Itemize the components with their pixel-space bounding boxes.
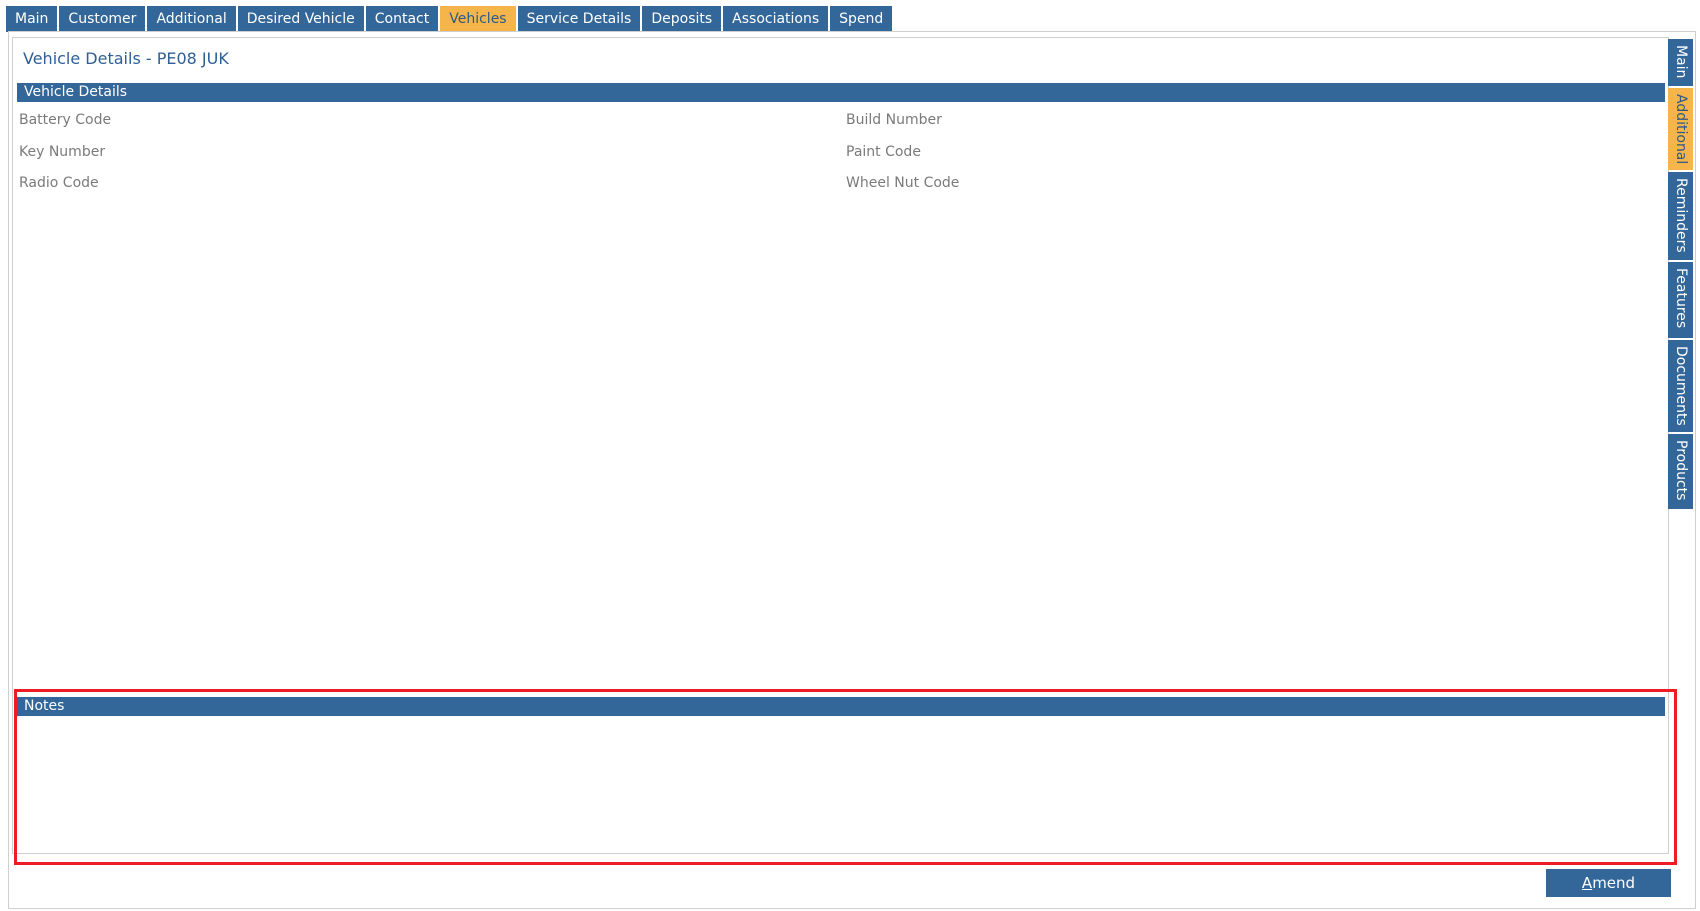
tab-associations[interactable]: Associations [723,6,829,32]
tab-main[interactable]: Main [6,6,58,32]
side-tab-additional-label: Additional [1673,94,1689,165]
build-number-label: Build Number [846,112,942,128]
side-tab-main-label: Main [1673,45,1689,79]
side-tab-reminders-label: Reminders [1673,178,1689,253]
side-tab-products-label: Products [1673,440,1689,501]
amend-button-mnemonic: A [1581,874,1593,892]
wheel-nut-code-label: Wheel Nut Code [846,175,960,191]
tab-customer[interactable]: Customer [59,6,146,32]
notes-text-area[interactable] [17,716,1665,851]
notes-header: Notes [17,697,1665,716]
radio-code-label: Radio Code [19,175,99,191]
vehicle-details-header: Vehicle Details [17,83,1665,102]
tab-service-details[interactable]: Service Details [517,6,641,32]
amend-button-label-rest: mend [1592,874,1636,892]
page-title: Vehicle Details - PE08 JUK [23,49,229,68]
tab-desired-vehicle[interactable]: Desired Vehicle [237,6,364,32]
side-tab-documents[interactable]: Documents [1668,340,1693,432]
tab-vehicles[interactable]: Vehicles [440,6,516,32]
side-tab-products[interactable]: Products [1668,434,1693,509]
tab-deposits[interactable]: Deposits [642,6,722,32]
top-tab-strip: Main Customer Additional Desired Vehicle… [6,6,894,32]
amend-button[interactable]: Amend [1546,869,1671,897]
paint-code-label: Paint Code [846,144,921,160]
key-number-label: Key Number [19,144,106,160]
tab-spend[interactable]: Spend [830,6,893,32]
battery-code-label: Battery Code [19,112,112,128]
side-tab-reminders[interactable]: Reminders [1668,172,1693,260]
side-tab-features[interactable]: Features [1668,262,1693,338]
side-tab-documents-label: Documents [1673,346,1689,426]
tab-contact[interactable]: Contact [365,6,439,32]
side-tab-additional[interactable]: Additional [1668,88,1693,170]
tab-additional[interactable]: Additional [147,6,236,32]
side-tab-main[interactable]: Main [1668,39,1693,86]
side-tab-features-label: Features [1673,268,1689,329]
